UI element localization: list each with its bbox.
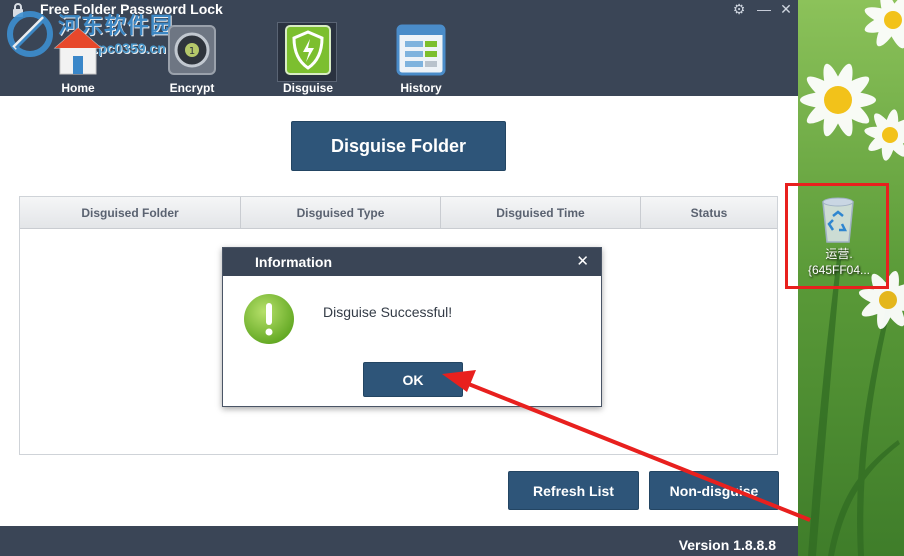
nav-home-label: Home bbox=[61, 81, 95, 95]
home-icon bbox=[53, 27, 103, 75]
dialog-title: Information bbox=[255, 254, 332, 270]
information-dialog: Information ✕ Disguise Successful! OK bbox=[222, 247, 602, 407]
refresh-list-button[interactable]: Refresh List bbox=[508, 471, 639, 510]
ok-button[interactable]: OK bbox=[363, 362, 463, 397]
nav-disguise-label: Disguise bbox=[282, 81, 333, 95]
safe-icon: 1 bbox=[168, 25, 216, 75]
app-window: Free Folder Password Lock 河东软件园 www.pc03… bbox=[0, 0, 798, 556]
svg-text:1: 1 bbox=[189, 46, 195, 57]
version-label: Version 1.8.8.8 bbox=[678, 537, 776, 553]
settings-icon[interactable]: ⚙ bbox=[729, 0, 749, 18]
minimize-button[interactable]: — bbox=[754, 0, 774, 18]
dialog-close-icon[interactable]: ✕ bbox=[576, 252, 589, 270]
annotation-highlight-box bbox=[785, 183, 889, 289]
list-icon bbox=[396, 24, 446, 76]
shield-icon bbox=[285, 25, 331, 75]
table-header: Disguised Folder Disguised Type Disguise… bbox=[20, 197, 777, 229]
column-header-time[interactable]: Disguised Time bbox=[441, 197, 641, 229]
nav-disguise[interactable]: Disguise bbox=[273, 22, 343, 96]
title-bar: Free Folder Password Lock 河东软件园 www.pc03… bbox=[0, 0, 798, 96]
nav-home[interactable]: Home bbox=[43, 22, 113, 96]
non-disguise-button[interactable]: Non-disguise bbox=[649, 471, 779, 510]
close-window-button[interactable]: ✕ bbox=[776, 0, 796, 18]
exclamation-icon bbox=[244, 294, 294, 344]
nav-history[interactable]: History bbox=[386, 22, 456, 96]
nav-encrypt[interactable]: 1 Encrypt bbox=[157, 22, 227, 96]
nav-history-label: History bbox=[400, 81, 442, 95]
column-header-folder[interactable]: Disguised Folder bbox=[20, 197, 241, 229]
disguise-folder-button[interactable]: Disguise Folder bbox=[291, 121, 506, 171]
column-header-type[interactable]: Disguised Type bbox=[241, 197, 441, 229]
dialog-message: Disguise Successful! bbox=[323, 304, 453, 320]
dialog-title-bar: Information ✕ bbox=[223, 248, 601, 276]
nav-encrypt-label: Encrypt bbox=[169, 81, 215, 95]
column-header-status[interactable]: Status bbox=[641, 197, 777, 229]
status-footer: Version 1.8.8.8 bbox=[0, 526, 798, 556]
